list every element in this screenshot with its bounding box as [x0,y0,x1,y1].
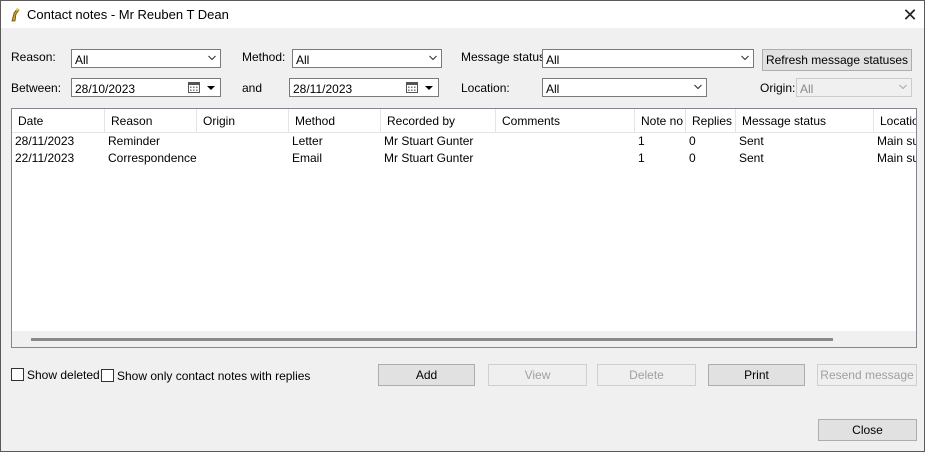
cell-replies: 0 [689,151,696,165]
table-header: Date Reason Origin Method Recorded by Co… [12,109,916,133]
chevron-down-icon [208,55,216,61]
start-date-value: 28/10/2023 [75,82,136,96]
chevron-down-icon [429,55,437,61]
between-label: Between: [11,81,62,95]
method-label: Method: [242,50,286,64]
end-date-value: 28/11/2023 [293,82,353,96]
cell-origin [197,133,289,150]
app-icon [11,8,20,22]
cell-message-status: Sent [739,151,764,165]
view-button[interactable]: View [488,364,587,386]
dropdown-arrow-icon [425,86,433,90]
cell-recorded-by: Mr Stuart Gunter [384,134,474,148]
chevron-down-icon [694,84,702,90]
column-header-location[interactable]: Location [874,109,916,132]
message-status-select[interactable]: All [542,49,754,68]
dropdown-arrow-icon [207,86,215,90]
column-header-comments[interactable]: Comments [496,109,635,132]
resend-message-button[interactable]: Resend message [817,364,917,386]
location-value: All [546,82,560,96]
cell-location: Main surgery [877,134,916,148]
column-header-date[interactable]: Date [12,109,105,132]
show-replies-checkbox[interactable] [101,369,114,382]
column-header-recorded-by[interactable]: Recorded by [381,109,496,132]
chevron-down-icon [741,55,749,61]
close-icon[interactable]: ✕ [901,6,919,24]
cell-reason: Correspondence Out [108,151,197,165]
cell-comments [496,150,635,167]
method-select[interactable]: All [292,49,442,68]
cell-replies: 0 [689,134,696,148]
reason-label: Reason: [11,50,56,64]
cell-comments [496,133,635,150]
add-button[interactable]: Add [378,364,475,386]
scrollbar-thumb[interactable] [31,338,833,341]
location-label: Location: [461,81,510,95]
column-header-reason[interactable]: Reason [105,109,197,132]
contact-notes-table[interactable]: Date Reason Origin Method Recorded by Co… [11,108,917,348]
cell-origin [197,150,289,167]
refresh-message-statuses-button[interactable]: Refresh message statuses [762,49,912,71]
cell-message-status: Sent [739,134,764,148]
print-button[interactable]: Print [708,364,805,386]
cell-date: 22/11/2023 [15,151,75,165]
cell-location: Main surgery [877,151,916,165]
table-row[interactable]: 22/11/2023 Correspondence Out Email Mr S… [12,150,916,167]
table-row[interactable]: 28/11/2023 Reminder Letter Mr Stuart Gun… [12,133,916,150]
cell-note-no: 1 [638,151,645,165]
message-status-value: All [546,53,560,67]
reason-value: All [75,53,89,67]
cell-recorded-by: Mr Stuart Gunter [384,151,474,165]
contact-notes-window: Contact notes - Mr Reuben T Dean ✕ Reaso… [0,0,925,452]
column-header-method[interactable]: Method [289,109,381,132]
method-value: All [296,53,310,67]
start-date-picker[interactable]: 28/10/2023 [71,78,221,97]
column-header-origin[interactable]: Origin [197,109,289,132]
cell-reason: Reminder [108,134,161,148]
column-header-replies[interactable]: Replies [686,109,736,132]
show-deleted-checkbox[interactable] [11,368,24,381]
delete-button[interactable]: Delete [597,364,696,386]
location-select[interactable]: All [542,78,707,97]
chevron-down-icon [899,84,907,90]
origin-select: All [796,78,912,97]
close-button[interactable]: Close [818,419,917,441]
column-header-note-no[interactable]: Note no [635,109,686,132]
reason-select[interactable]: All [71,49,221,68]
horizontal-scrollbar[interactable] [12,331,916,347]
calendar-icon [406,82,418,93]
origin-value: All [800,82,814,96]
end-date-picker[interactable]: 28/11/2023 [289,78,439,97]
show-deleted-label[interactable]: Show deleted [27,368,100,382]
calendar-icon [188,82,200,93]
cell-method: Letter [292,134,323,148]
title-bar: Contact notes - Mr Reuben T Dean ✕ [1,1,924,28]
message-status-label: Message status: [461,50,549,64]
cell-note-no: 1 [638,134,645,148]
cell-method: Email [292,151,323,165]
show-replies-label[interactable]: Show only contact notes with replies [117,369,310,383]
column-header-message-status[interactable]: Message status [736,109,874,132]
origin-label: Origin: [760,81,796,95]
window-title: Contact notes - Mr Reuben T Dean [27,7,229,22]
cell-date: 28/11/2023 [15,134,75,148]
and-label: and [242,81,263,95]
